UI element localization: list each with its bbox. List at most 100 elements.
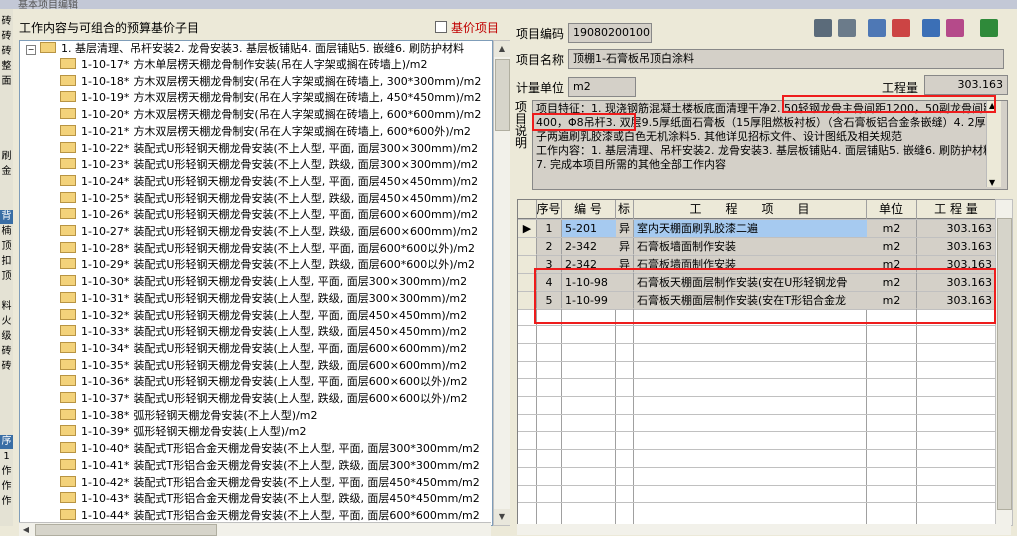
grid-row-line	[518, 325, 996, 326]
tree-item[interactable]: 1-10-21*方木双层楞天棚龙骨制安(吊在人字架或搁在砖墙上, 600*600…	[60, 124, 471, 140]
item-name-field[interactable]: 顶棚1-石膏板吊顶白涂料	[568, 49, 1004, 69]
scroll-thumb[interactable]	[997, 218, 1012, 510]
grid-cell-unit[interactable]: m2	[867, 220, 916, 238]
collapse-icon[interactable]: −	[26, 45, 36, 55]
tree-item-code: 1-10-29*	[81, 258, 129, 271]
sub-item-tree[interactable]: −1. 基层清理、吊杆安装2. 龙骨安装3. 基层板铺贴4. 面层铺贴5. 嵌缝…	[19, 40, 493, 526]
checkbox-box[interactable]	[435, 21, 447, 33]
exit-icon[interactable]	[980, 19, 998, 37]
edge-label: 顶	[0, 270, 13, 284]
tree-item[interactable]: 1-10-26*装配式U形轻钢天棚龙骨安装(不上人型, 平面, 面层600×60…	[60, 207, 478, 223]
tree-item[interactable]: 1-10-40*装配式T形铝合金天棚龙骨安装(不上人型, 平面, 面层300*3…	[60, 441, 480, 457]
scroll-thumb[interactable]	[495, 59, 510, 131]
tree-item[interactable]: 1-10-29*装配式U形轻钢天棚龙骨安装(不上人型, 跌级, 面层600*60…	[60, 257, 475, 273]
window-icon[interactable]	[922, 19, 940, 37]
tree-item[interactable]: 1-10-41*装配式T形铝合金天棚龙骨安装(不上人型, 跌级, 面层300*3…	[60, 458, 480, 474]
table-row[interactable]: ▶15-201异室内天棚面刷乳胶漆二遍m2303.163	[518, 220, 996, 237]
edge-label	[0, 180, 13, 194]
tree-item[interactable]: 1-10-36*装配式U形轻钢天棚龙骨安装(上人型, 平面, 面层600×600…	[60, 374, 468, 390]
grid-header-cell[interactable]: 序号	[536, 200, 561, 219]
tree-item-desc: 装配式U形轻钢天棚龙骨安装(不上人型, 平面, 面层600*600以外)/m2	[133, 242, 475, 255]
list-icon[interactable]	[946, 19, 964, 37]
window-title: 基本项目编辑	[18, 0, 78, 9]
tree-item[interactable]: 1-10-25*装配式U形轻钢天棚龙骨安装(不上人型, 跌级, 面层450×45…	[60, 191, 478, 207]
grid-cell-flag[interactable]: 异	[616, 220, 633, 238]
tree-item-code: 1-10-34*	[81, 342, 129, 355]
tree-item[interactable]: 1-10-19*方木双层楞天棚龙骨制安(吊在人字架或搁在砖墙上, 450*450…	[60, 90, 481, 106]
grid-header-cell[interactable]: 工 程 量	[916, 200, 996, 219]
calculator-icon[interactable]	[838, 19, 856, 37]
table-row[interactable]: 22-342异石膏板墙面制作安装m2303.163	[518, 238, 996, 255]
edge-label: 面	[0, 75, 13, 89]
quantity-field[interactable]: 303.163	[924, 75, 1008, 95]
grid-cell-item[interactable]: 石膏板墙面制作安装	[634, 238, 869, 256]
grid-header-cell[interactable]: 工 程 项 目	[633, 200, 866, 219]
tree-item[interactable]: 1-10-42*装配式T形铝合金天棚龙骨安装(不上人型, 平面, 面层450*4…	[60, 475, 480, 491]
grid-cell-qty[interactable]: 303.163	[917, 238, 996, 256]
tree-item[interactable]: 1-10-27*装配式U形轻钢天棚龙骨安装(不上人型, 跌级, 面层600×60…	[60, 224, 478, 240]
edge-label	[0, 135, 13, 149]
tree-item[interactable]: 1-10-35*装配式U形轻钢天棚龙骨安装(上人型, 跌级, 面层600×600…	[60, 358, 467, 374]
tree-item[interactable]: 1-10-28*装配式U形轻钢天棚龙骨安装(不上人型, 平面, 面层600*60…	[60, 241, 475, 257]
tools-icon[interactable]	[868, 19, 886, 37]
tree-item[interactable]: 1-10-38*弧形轻钢天棚龙骨安装(不上人型)/m2	[60, 408, 317, 424]
edge-label: 背	[0, 210, 13, 224]
tree-item[interactable]: 1-10-43*装配式T形铝合金天棚龙骨安装(不上人型, 跌级, 面层450*4…	[60, 491, 480, 507]
quota-grid[interactable]: 序号编 号标工 程 项 目单位工 程 量 ▶15-201异室内天棚面刷乳胶漆二遍…	[517, 199, 997, 526]
grid-vertical-scrollbar[interactable]	[995, 199, 1013, 526]
tree-item[interactable]: 1-10-22*装配式U形轻钢天棚龙骨安装(不上人型, 平面, 面层300×30…	[60, 141, 478, 157]
tree-item[interactable]: 1-10-30*装配式U形轻钢天棚龙骨安装(上人型, 平面, 面层300×300…	[60, 274, 467, 290]
edge-label: 级	[0, 330, 13, 344]
item-name-label: 项目名称	[516, 51, 564, 68]
tree-vertical-scrollbar[interactable]: ▲ ▼	[493, 40, 511, 526]
grid-cell-code[interactable]: 5-201	[562, 220, 618, 238]
tree-item[interactable]: 1-10-34*装配式U形轻钢天棚龙骨安装(上人型, 平面, 面层600×600…	[60, 341, 467, 357]
item-code-field[interactable]: 190802001001	[568, 23, 652, 43]
edge-label: 刷	[0, 150, 13, 164]
document-icon	[60, 392, 76, 403]
grid-cell-qty[interactable]: 303.163	[917, 220, 996, 238]
grid-cell-item[interactable]: 室内天棚面刷乳胶漆二遍	[634, 220, 869, 238]
scroll-up-icon[interactable]: ▲	[494, 41, 510, 57]
unit-field[interactable]: m2	[568, 77, 636, 97]
grid-header-cell[interactable]: 标	[615, 200, 633, 219]
tree-item-desc: 装配式U形轻钢天棚龙骨安装(上人型, 跌级, 面层600×600以外)/m2	[133, 392, 467, 405]
tree-horizontal-scrollbar[interactable]: ◀	[19, 522, 491, 536]
tree-root-node[interactable]: −1. 基层清理、吊杆安装2. 龙骨安装3. 基层板铺贴4. 面层铺贴5. 嵌缝…	[22, 41, 464, 57]
base-price-checkbox[interactable]: 基价项目	[435, 19, 499, 36]
tree-item-desc: 装配式U形轻钢天棚龙骨安装(不上人型, 平面, 面层450×450mm)/m2	[133, 175, 478, 188]
tree-item[interactable]: 1-10-37*装配式U形轻钢天棚龙骨安装(上人型, 跌级, 面层600×600…	[60, 391, 468, 407]
tree-item[interactable]: 1-10-20*方木双层楞天棚龙骨制安(吊在人字架或搁在砖墙上, 600*600…	[60, 107, 481, 123]
grid-cell-flag[interactable]: 异	[616, 238, 633, 256]
base-price-checkbox-label: 基价项目	[451, 21, 499, 35]
feature-scrollbar[interactable]: ▲ ▼	[986, 101, 1001, 187]
scroll-left-icon[interactable]: ◀	[19, 523, 33, 536]
tree-item[interactable]: 1-10-33*装配式U形轻钢天棚龙骨安装(上人型, 跌级, 面层450×450…	[60, 324, 467, 340]
tree-item-desc: 装配式U形轻钢天棚龙骨安装(上人型, 平面, 面层450×450mm)/m2	[133, 309, 467, 322]
edit-icon[interactable]	[892, 19, 910, 37]
tree-item[interactable]: 1-10-39*弧形轻钢天棚龙骨安装(上人型)/m2	[60, 424, 306, 440]
calculator-icon[interactable]	[814, 19, 832, 37]
tree-item[interactable]: 1-10-32*装配式U形轻钢天棚龙骨安装(上人型, 平面, 面层450×450…	[60, 308, 467, 324]
tree-item[interactable]: 1-10-23*装配式U形轻钢天棚龙骨安装(不上人型, 跌级, 面层300×30…	[60, 157, 478, 173]
right-panel: 项目编码 190802001001 项目名称 顶棚1-石膏板吊顶白涂料 计量单位…	[510, 9, 1017, 526]
grid-cell-code[interactable]: 2-342	[562, 238, 618, 256]
grid-cell-no[interactable]: 1	[537, 220, 561, 238]
tree-item[interactable]: 1-10-18*方木双层楞天棚龙骨制安(吊在人字架或搁在砖墙上, 300*300…	[60, 74, 481, 90]
toolbar	[808, 17, 1008, 39]
tree-item[interactable]: 1-10-31*装配式U形轻钢天棚龙骨安装(上人型, 跌级, 面层300×300…	[60, 291, 467, 307]
grid-cell-no[interactable]: 2	[537, 238, 561, 256]
grid-header-cell[interactable]: 编 号	[561, 200, 615, 219]
scroll-down-icon[interactable]: ▼	[494, 509, 510, 525]
tree-item-desc: 装配式T形铝合金天棚龙骨安装(不上人型, 跌级, 面层450*450mm/m2	[133, 492, 479, 505]
tree-item[interactable]: 1-10-24* 装配式U形轻钢天棚龙骨安装(不上人型, 平面, 面层450×45…	[60, 174, 478, 190]
grid-cell-unit[interactable]: m2	[867, 238, 916, 256]
tree-item[interactable]: 1-10-17*方木单层楞天棚龙骨制作安装(吊在人字架或搁在砖墙上)/m2	[60, 57, 427, 73]
tree-item-code: 1-10-44*	[81, 509, 129, 522]
edge-label: 砖	[0, 345, 13, 359]
tree-item-code: 1-10-40*	[81, 442, 129, 455]
grid-header-cell[interactable]: 单位	[866, 200, 916, 219]
tree-item-desc: 装配式U形轻钢天棚龙骨安装(不上人型, 平面, 面层600×600mm)/m2	[133, 208, 478, 221]
tree-item-code: 1-10-24*	[81, 175, 129, 188]
scroll-down-icon[interactable]: ▼	[989, 178, 995, 187]
